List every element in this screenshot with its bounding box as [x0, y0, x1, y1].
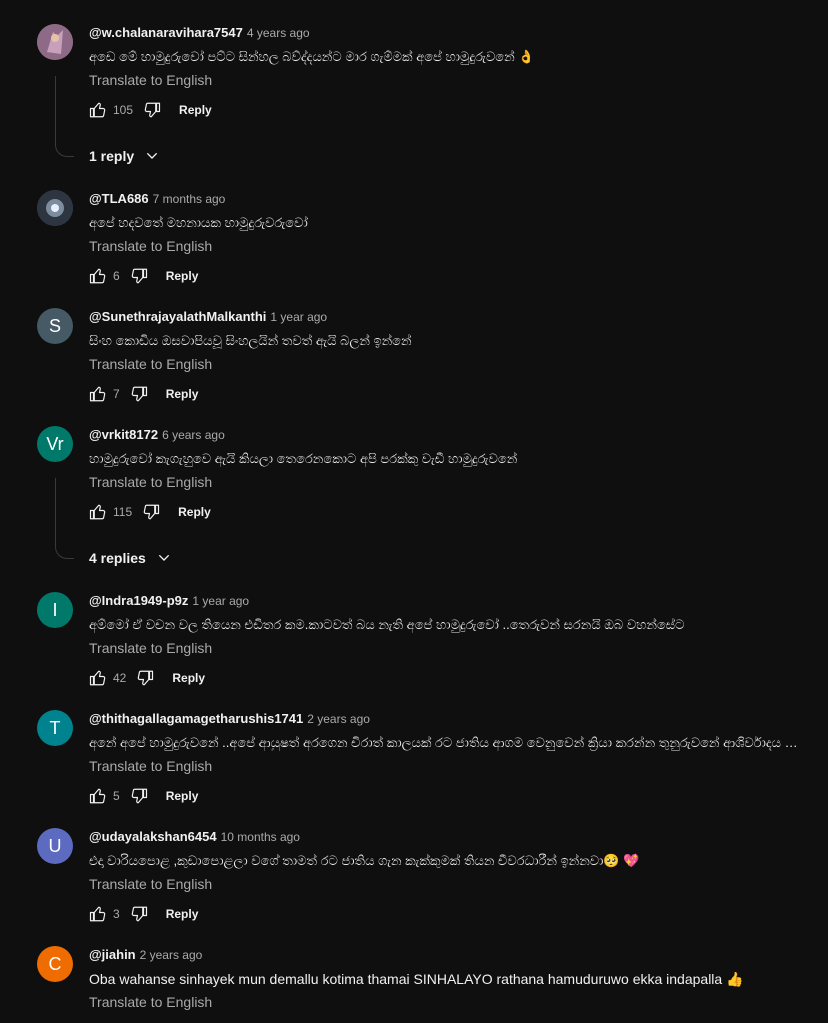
like-count: 105: [113, 103, 134, 117]
like-icon[interactable]: [89, 787, 107, 805]
chevron-down-icon: [158, 554, 169, 561]
author-handle[interactable]: @udayalakshan6454: [89, 829, 217, 844]
author-handle[interactable]: @vrkit8172: [89, 427, 158, 442]
timestamp[interactable]: 7 months ago: [153, 192, 226, 206]
comment-header: @thithagallagamagetharushis1741 2 years a…: [89, 711, 370, 726]
avatar[interactable]: U: [37, 828, 73, 864]
comment-actions: 7 Reply: [89, 384, 198, 404]
author-handle[interactable]: @jiahin: [89, 947, 136, 962]
comment-header: @jiahin 2 years ago: [89, 947, 202, 962]
comment-actions: 42 Reply: [89, 668, 205, 688]
timestamp[interactable]: 4 years ago: [247, 26, 310, 40]
comment-header: @vrkit8172 6 years ago: [89, 427, 225, 442]
dislike-icon[interactable]: [136, 669, 154, 687]
author-handle[interactable]: @Indra1949-p9z: [89, 593, 188, 608]
comment-header: @w.chalanaravihara7547 4 years ago: [89, 25, 310, 40]
author-handle[interactable]: @SunethrajayalathMalkanthi: [89, 309, 266, 324]
like-count: 3: [113, 907, 120, 921]
translate-link[interactable]: Translate to English: [89, 72, 212, 88]
comment-header: @udayalakshan6454 10 months ago: [89, 829, 300, 844]
dislike-icon[interactable]: [142, 503, 160, 521]
avatar[interactable]: S: [37, 308, 73, 344]
avatar[interactable]: [37, 24, 73, 60]
timestamp[interactable]: 1 year ago: [192, 594, 249, 608]
reply-button[interactable]: Reply: [166, 789, 199, 803]
reply-button[interactable]: Reply: [172, 671, 205, 685]
like-icon[interactable]: [89, 905, 107, 923]
translate-link[interactable]: Translate to English: [89, 474, 212, 490]
dislike-icon[interactable]: [130, 905, 148, 923]
dislike-icon[interactable]: [143, 101, 161, 119]
comment-actions: 105 Reply: [89, 100, 212, 120]
comment-actions: 3 Reply: [89, 904, 198, 924]
like-icon[interactable]: [89, 669, 107, 687]
comment-header: @SunethrajayalathMalkanthi 1 year ago: [89, 309, 327, 324]
like-count: 115: [113, 505, 133, 519]
translate-link[interactable]: Translate to English: [89, 994, 212, 1010]
comment-text: හාමුදුරුවෝ කැගැහුවෙ ඇයි කියලා තෙරෙනකොට අ…: [89, 451, 518, 466]
dislike-icon[interactable]: [130, 787, 148, 805]
avatar[interactable]: T: [37, 710, 73, 746]
reply-button[interactable]: Reply: [166, 387, 199, 401]
like-icon[interactable]: [89, 101, 107, 119]
like-icon[interactable]: [89, 503, 107, 521]
like-count: 42: [113, 671, 127, 685]
comment-text: අපේ හදවතේ මහනායක හාමුදුරුවරුවෝ: [89, 215, 308, 230]
reply-button[interactable]: Reply: [178, 505, 211, 519]
like-count: 5: [113, 789, 120, 803]
reply-button[interactable]: Reply: [179, 103, 212, 117]
like-icon[interactable]: [89, 267, 107, 285]
reply-button[interactable]: Reply: [166, 907, 199, 921]
thread-line: [55, 478, 74, 559]
like-count: 7: [113, 387, 120, 401]
translate-link[interactable]: Translate to English: [89, 876, 212, 892]
thread-line: [55, 76, 74, 157]
translate-link[interactable]: Translate to English: [89, 238, 212, 254]
timestamp[interactable]: 10 months ago: [221, 830, 300, 844]
translate-link[interactable]: Translate to English: [89, 640, 212, 656]
like-icon[interactable]: [89, 385, 107, 403]
view-replies-button[interactable]: 4 replies: [89, 550, 172, 566]
translate-link[interactable]: Translate to English: [89, 356, 212, 372]
dislike-icon[interactable]: [130, 385, 148, 403]
author-handle[interactable]: @TLA686: [89, 191, 149, 206]
avatar-letter: U: [48, 835, 62, 856]
avatar-letter: Vr: [46, 433, 64, 454]
avatar-letter: C: [48, 953, 62, 974]
avatar[interactable]: Vr: [37, 426, 73, 462]
author-handle[interactable]: @w.chalanaravihara7547: [89, 25, 243, 40]
avatar[interactable]: [37, 190, 73, 226]
avatar[interactable]: C: [37, 946, 73, 982]
avatar-letter: I: [52, 599, 58, 620]
replies-label: 4 replies: [89, 550, 146, 566]
comment-header: @Indra1949-p9z 1 year ago: [89, 593, 249, 608]
translate-link[interactable]: Translate to English: [89, 758, 212, 774]
comment-text: Oba wahanse sinhayek mun demallu kotima …: [89, 971, 744, 987]
comment-text: අම්මෝ ඒ වචන වල තියෙන එඩිතර කම.කාටවත් බය …: [89, 617, 685, 632]
comment-text: සිංහ කොඩිය ඔසවාපියවූ සිංහලයින් තවත් ඇයි …: [89, 333, 412, 348]
comment-text: අඩෙ මේ හාමුදුරුවෝ පට්ට සින්හල බව්ද්දයන්ට…: [89, 49, 535, 64]
comment-text: එදා වාරියපොළ ,කුඩාපොළලා වගේ තාමත් රට ජාත…: [89, 853, 640, 868]
comment-header: @TLA686 7 months ago: [89, 191, 225, 206]
avatar[interactable]: I: [37, 592, 73, 628]
comment-actions: 115 Reply: [89, 502, 211, 522]
chevron-down-icon: [147, 152, 158, 159]
reply-button[interactable]: Reply: [166, 269, 199, 283]
comment-actions: 6 Reply: [89, 266, 198, 286]
timestamp[interactable]: 2 years ago: [140, 948, 203, 962]
timestamp[interactable]: 6 years ago: [162, 428, 225, 442]
avatar-letter: T: [49, 717, 61, 738]
dislike-icon[interactable]: [130, 267, 148, 285]
like-count: 6: [113, 269, 120, 283]
author-handle[interactable]: @thithagallagamagetharushis1741: [89, 711, 303, 726]
avatar-letter: S: [48, 315, 61, 336]
timestamp[interactable]: 2 years ago: [307, 712, 370, 726]
timestamp[interactable]: 1 year ago: [270, 310, 327, 324]
view-replies-button[interactable]: 1 reply: [89, 148, 160, 164]
comment-text: අනේ අපේ හාමුදුරුවනේ ..අපේ ආයුෂත් අරගෙන ච…: [89, 735, 799, 750]
comment-actions: 5 Reply: [89, 786, 198, 806]
replies-label: 1 reply: [89, 148, 135, 164]
